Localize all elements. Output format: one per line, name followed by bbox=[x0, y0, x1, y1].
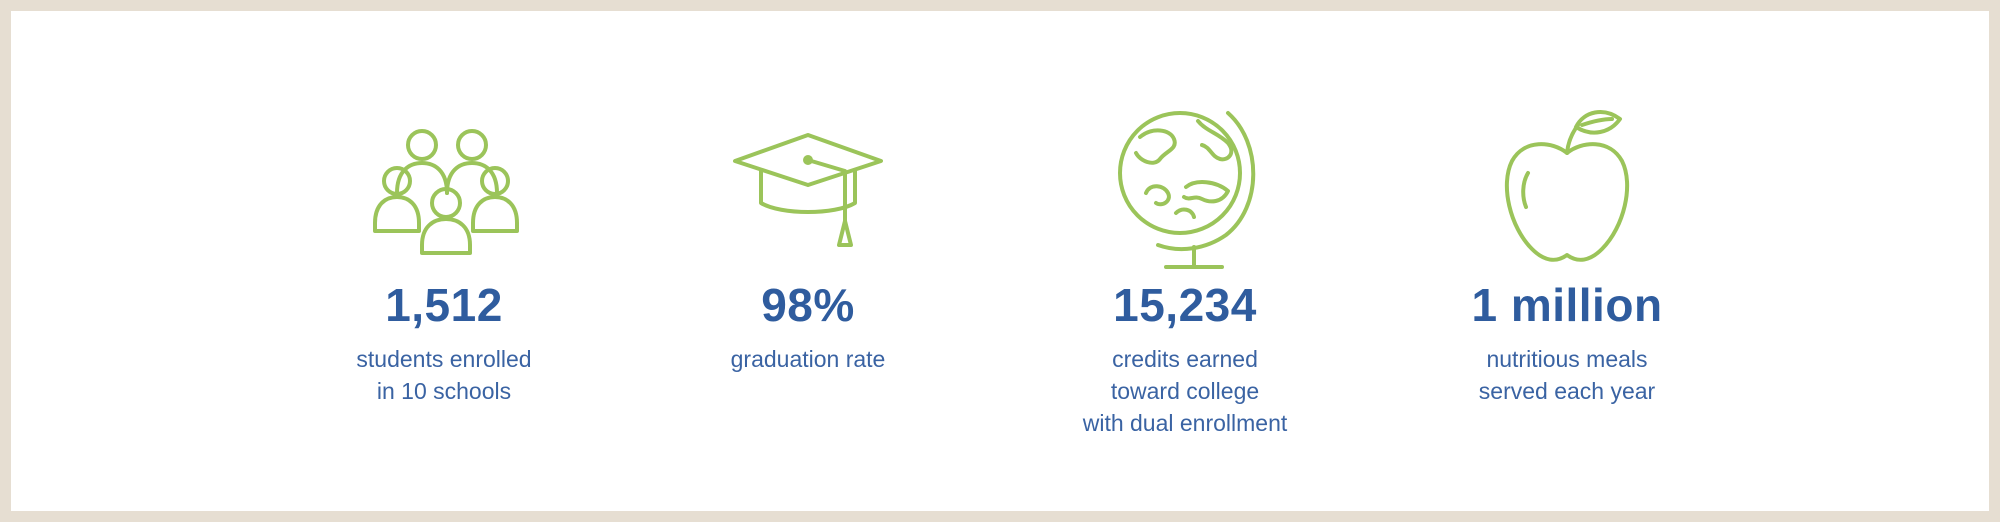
people-group-icon bbox=[369, 103, 519, 283]
stat-meals: 1 million nutritious meals served each y… bbox=[1407, 11, 1727, 511]
stat-caption-line: with dual enrollment bbox=[1082, 410, 1288, 436]
apple-icon bbox=[1492, 103, 1642, 283]
globe-icon bbox=[1110, 103, 1260, 283]
stat-caption-line: graduation rate bbox=[730, 346, 886, 372]
stat-caption-line: nutritious meals bbox=[1486, 346, 1648, 372]
stat-value: 98% bbox=[761, 279, 855, 331]
stat-caption: credits earned toward college with dual … bbox=[1025, 343, 1345, 439]
graduation-cap-icon bbox=[733, 103, 883, 283]
stat-graduation: 98% graduation rate bbox=[648, 11, 968, 511]
stat-caption: graduation rate bbox=[648, 343, 968, 375]
stat-caption-line: served each year bbox=[1478, 378, 1656, 404]
stat-caption-line: students enrolled bbox=[356, 346, 532, 372]
stats-card: 1,512 students enrolled in 10 schools 98… bbox=[11, 11, 1989, 511]
stat-caption-line: toward college bbox=[1110, 378, 1260, 404]
stat-caption-line: credits earned bbox=[1112, 346, 1258, 372]
stat-students: 1,512 students enrolled in 10 schools bbox=[284, 11, 604, 511]
stat-value: 1 million bbox=[1471, 279, 1663, 331]
stat-credits: 15,234 credits earned toward college wit… bbox=[1025, 11, 1345, 511]
stat-caption: nutritious meals served each year bbox=[1407, 343, 1727, 407]
stat-caption: students enrolled in 10 schools bbox=[284, 343, 604, 407]
stat-caption-line: in 10 schools bbox=[376, 378, 512, 404]
stat-value: 15,234 bbox=[1113, 279, 1257, 331]
stat-value: 1,512 bbox=[385, 279, 503, 331]
